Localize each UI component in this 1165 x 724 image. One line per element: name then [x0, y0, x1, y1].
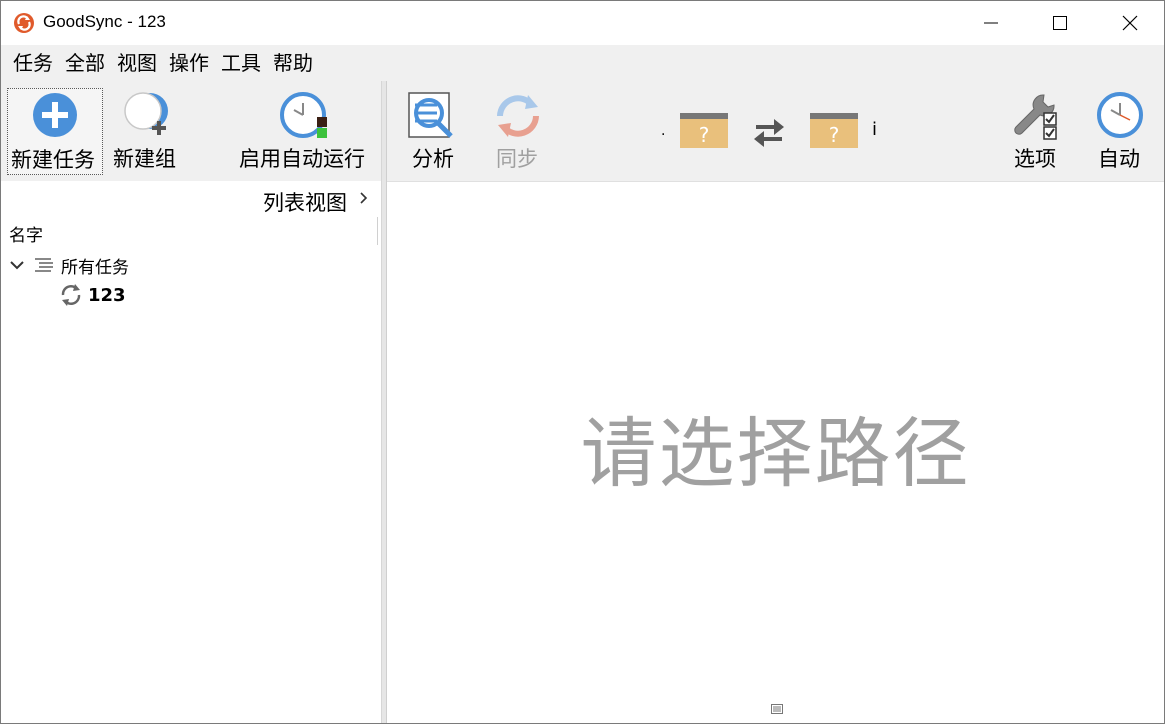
- tree-task-item[interactable]: 123: [59, 283, 126, 307]
- clock-auto-run-icon: [280, 92, 327, 138]
- new-group-icon: [124, 92, 168, 135]
- task-group-icon: [35, 258, 53, 272]
- title-bar: GoodSync - 123: [1, 1, 1164, 45]
- analyze-label: 分析: [412, 147, 454, 171]
- minimize-button[interactable]: [956, 1, 1026, 45]
- swap-arrows-icon[interactable]: [752, 117, 786, 147]
- sync-task-icon: [61, 284, 81, 306]
- auto-clock-icon: [1097, 92, 1143, 138]
- auto-button[interactable]: 自动: [1087, 81, 1153, 177]
- goodsync-logo-icon: [14, 13, 34, 33]
- analyze-magnifier-icon: [408, 92, 453, 138]
- tree-group-label: 所有任务: [61, 257, 129, 278]
- window-title: GoodSync - 123: [43, 12, 166, 31]
- task-list-pane: 列表视图 名字 所有任务 123: [1, 181, 381, 723]
- left-path-text: .: [661, 123, 666, 139]
- auto-label: 自动: [1098, 147, 1140, 171]
- menu-tools[interactable]: 工具: [215, 45, 267, 81]
- menu-all[interactable]: 全部: [59, 45, 111, 81]
- chevron-right-icon[interactable]: [359, 191, 369, 205]
- maximize-icon: [1053, 16, 1067, 30]
- options-button[interactable]: 选项: [1003, 81, 1069, 177]
- options-label: 选项: [1014, 147, 1056, 171]
- close-icon: [1122, 15, 1138, 31]
- wrench-checklist-icon: [1014, 94, 1057, 140]
- enable-auto-run-label: 启用自动运行: [239, 147, 365, 171]
- new-task-label: 新建任务: [11, 148, 95, 172]
- minimize-icon: [984, 22, 998, 24]
- left-toolbar: 新建任务 新建组 启用自动运行: [1, 81, 381, 181]
- new-task-button[interactable]: 新建任务: [7, 88, 103, 175]
- menu-view[interactable]: 视图: [111, 45, 163, 81]
- sync-label: 同步: [496, 147, 538, 171]
- job-content-pane: 请选择路径: [387, 181, 1164, 723]
- app-window: GoodSync - 123 任务 全部 视图 操作 工具 帮助 新建任务 新建…: [0, 0, 1165, 724]
- left-folder-unknown-icon[interactable]: ?: [679, 109, 729, 149]
- add-circle-icon: [33, 93, 77, 137]
- new-group-button[interactable]: 新建组: [109, 81, 185, 177]
- menu-help[interactable]: 帮助: [267, 45, 319, 81]
- svg-text:?: ?: [829, 123, 840, 147]
- svg-text:?: ?: [699, 123, 710, 147]
- column-divider[interactable]: [377, 217, 378, 245]
- right-toolbar: 分析 同步 . ? ? i 选项 自动: [387, 81, 1164, 181]
- select-path-placeholder: 请选择路径: [580, 409, 971, 498]
- chevron-down-icon[interactable]: [9, 259, 25, 271]
- tree-group-all-tasks[interactable]: 所有任务: [9, 253, 129, 278]
- sync-icon: [497, 95, 539, 137]
- column-header-name[interactable]: 名字: [9, 221, 43, 246]
- tree-task-label: 123: [88, 284, 126, 306]
- sync-button[interactable]: 同步: [487, 81, 549, 177]
- menu-actions[interactable]: 操作: [163, 45, 215, 81]
- right-path-text: i: [872, 119, 878, 140]
- right-folder-unknown-icon[interactable]: ?: [809, 109, 859, 149]
- maximize-button[interactable]: [1025, 1, 1095, 45]
- menu-bar: 任务 全部 视图 操作 工具 帮助: [1, 45, 1164, 81]
- resize-grip-icon[interactable]: [771, 704, 783, 714]
- new-group-label: 新建组: [113, 147, 176, 171]
- list-view-toggle[interactable]: 列表视图: [263, 187, 347, 217]
- enable-auto-run-button[interactable]: 启用自动运行: [237, 81, 375, 177]
- analyze-button[interactable]: 分析: [403, 81, 465, 177]
- menu-task[interactable]: 任务: [7, 45, 59, 81]
- close-button[interactable]: [1095, 1, 1165, 45]
